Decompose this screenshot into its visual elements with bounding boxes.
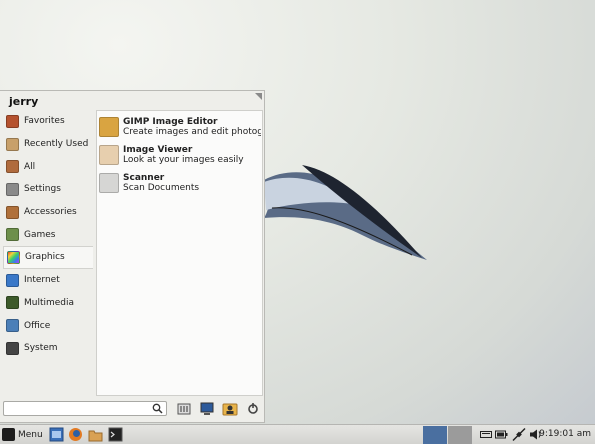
workspace-1-button[interactable] (423, 426, 447, 444)
category-label: Recently Used (24, 139, 89, 150)
favorites-icon (6, 114, 19, 128)
search-icon[interactable] (152, 403, 163, 414)
app-title: Scanner (123, 173, 165, 183)
feather-wallpaper-image (264, 165, 427, 260)
app-item-image-viewer[interactable]: Image Viewer Look at your images easily (99, 142, 261, 168)
category-item-office[interactable]: Office (3, 314, 93, 337)
resize-corner-icon[interactable] (255, 93, 262, 100)
app-item-scanner[interactable]: Scanner Scan Documents (99, 170, 261, 196)
category-item-all[interactable]: All (3, 155, 93, 178)
menu-button[interactable]: Menu (2, 427, 44, 442)
games-icon (6, 228, 19, 242)
battery-icon[interactable] (495, 427, 508, 442)
category-label: All (24, 161, 36, 172)
category-item-multimedia[interactable]: Multimedia (3, 292, 93, 315)
category-label: Internet (24, 275, 60, 286)
firefox-launcher-icon[interactable] (68, 427, 83, 442)
taskbar: Menu 9:19:01 am (0, 424, 595, 444)
application-list: GIMP Image Editor Create images and edit … (96, 110, 263, 396)
category-item-favorites[interactable]: Favorites (3, 110, 93, 133)
scanner-icon (99, 173, 119, 193)
workspace-2-button[interactable] (448, 426, 472, 444)
app-description: Create images and edit photogra... (123, 127, 261, 137)
category-item-accessories[interactable]: Accessories (3, 201, 93, 224)
app-item-gimp-image-editor[interactable]: GIMP Image Editor Create images and edit … (99, 114, 261, 140)
app-description: Scan Documents (123, 183, 200, 193)
search-field[interactable] (3, 401, 167, 416)
graphics-icon (7, 250, 20, 264)
home-folder-launcher-icon[interactable] (88, 427, 103, 442)
gimp-icon (99, 117, 119, 137)
network-icon[interactable] (512, 427, 526, 442)
category-label: Graphics (25, 252, 65, 263)
category-item-graphics[interactable]: Graphics (3, 246, 93, 269)
office-icon (6, 319, 19, 333)
app-text: GIMP Image Editor Create images and edit … (123, 117, 261, 137)
category-list: Favorites Recently Used All Settings Accesso… (3, 110, 93, 360)
keyboard-icon[interactable] (480, 427, 492, 442)
app-text: Image Viewer Look at your images easily (123, 145, 244, 165)
switch-user-button[interactable] (222, 401, 238, 417)
accessories-icon (6, 205, 19, 219)
category-label: Favorites (24, 116, 65, 127)
category-item-settings[interactable]: Settings (3, 178, 93, 201)
category-label: System (24, 343, 58, 354)
category-item-system[interactable]: System (3, 337, 93, 360)
image-viewer-icon (99, 145, 119, 165)
app-description: Look at your images easily (123, 155, 244, 165)
menu-button-label: Menu (18, 429, 43, 440)
category-label: Games (24, 229, 56, 240)
multimedia-icon (6, 296, 19, 310)
menu-username: jerry (9, 95, 39, 108)
log-out-button[interactable] (245, 401, 261, 417)
application-menu-window: jerry Favorites Recently Used All Settings A… (0, 90, 265, 423)
category-item-internet[interactable]: Internet (3, 269, 93, 292)
settings-icon (6, 182, 19, 196)
app-title: GIMP Image Editor (123, 117, 218, 127)
app-title: Image Viewer (123, 145, 193, 155)
all-icon (6, 160, 19, 174)
category-label: Multimedia (24, 297, 75, 308)
settings-manager-button[interactable] (176, 401, 192, 417)
internet-icon (6, 273, 19, 287)
category-label: Accessories (24, 207, 77, 218)
recently-used-icon (6, 137, 19, 151)
xfce-logo-icon (2, 428, 15, 441)
system-icon (6, 341, 19, 355)
category-label: Office (24, 320, 51, 331)
file-manager-launcher-icon[interactable] (49, 427, 64, 442)
app-text: Scanner Scan Documents (123, 173, 199, 193)
terminal-launcher-icon[interactable] (108, 427, 123, 442)
category-item-games[interactable]: Games (3, 223, 93, 249)
category-label: Settings (24, 184, 61, 195)
search-input[interactable] (6, 402, 150, 416)
lock-screen-button[interactable] (199, 401, 215, 417)
category-item-recently-used[interactable]: Recently Used (3, 133, 93, 156)
clock[interactable]: 9:19:01 am (539, 429, 591, 439)
